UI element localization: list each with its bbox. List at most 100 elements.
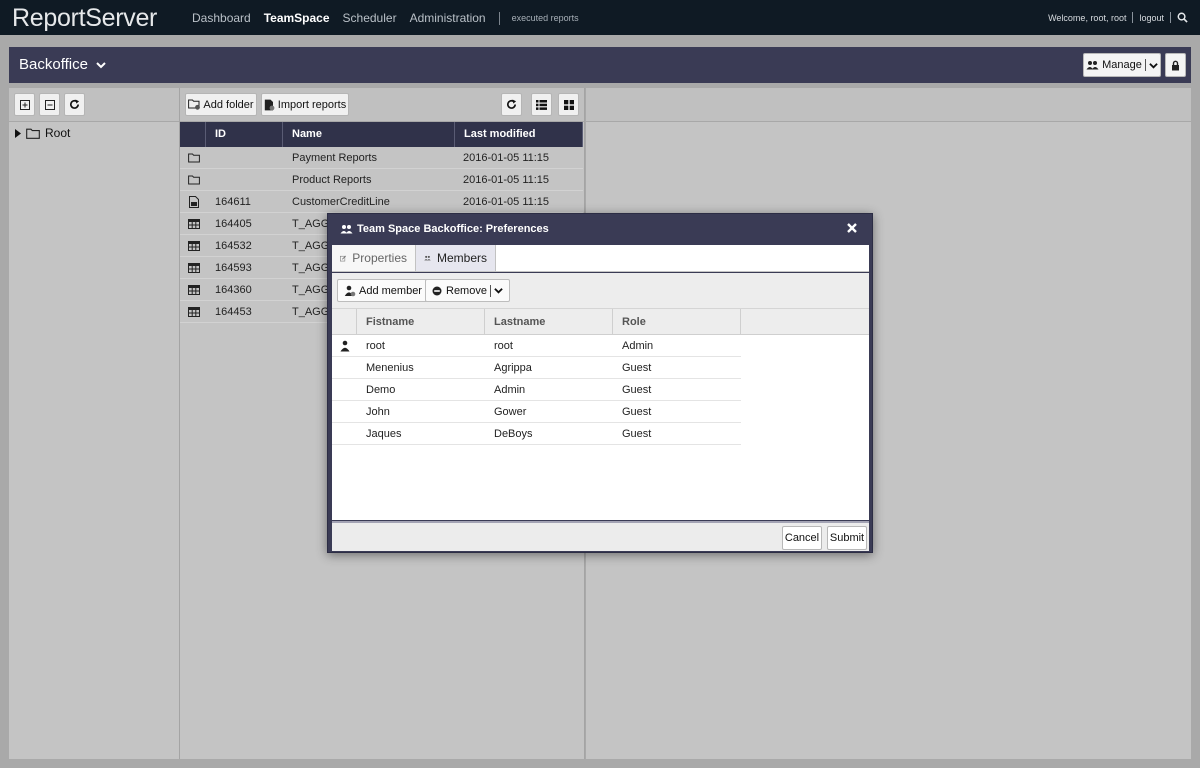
owner-user-icon xyxy=(340,340,350,352)
row-modified: 2016-01-05 11:15 xyxy=(463,152,550,164)
folder-icon xyxy=(26,128,40,139)
row-id: 164611 xyxy=(215,196,251,208)
member-lastname: root xyxy=(494,340,513,352)
manage-label: Manage xyxy=(1102,59,1142,71)
split-divider xyxy=(1144,59,1146,71)
column-last-modified[interactable]: Last modified xyxy=(455,122,583,147)
cancel-button[interactable]: Cancel xyxy=(782,526,822,550)
table-row[interactable]: root root Admin xyxy=(332,335,741,357)
dialog-footer: Cancel Submit xyxy=(332,521,869,551)
refresh-tree-button[interactable] xyxy=(64,93,85,116)
row-modified: 2016-01-05 11:15 xyxy=(463,174,550,186)
table-row[interactable]: Menenius Agrippa Guest xyxy=(332,357,741,379)
tab-label: Members xyxy=(436,251,487,265)
nav-scheduler[interactable]: Scheduler xyxy=(343,11,397,25)
table-row[interactable]: Product Reports 2016-01-05 11:15 xyxy=(180,169,583,191)
add-member-button[interactable]: Add member xyxy=(337,279,429,302)
table-row[interactable]: Demo Admin Guest xyxy=(332,379,741,401)
tab-members[interactable]: Members xyxy=(416,245,496,271)
manage-button[interactable]: Manage xyxy=(1083,53,1161,77)
minus-circle-icon xyxy=(432,286,442,295)
nav-teamspace[interactable]: TeamSpace xyxy=(264,11,330,25)
import-icon xyxy=(264,99,275,110)
table-icon xyxy=(188,285,200,295)
search-icon[interactable] xyxy=(1177,12,1188,23)
column-lastname[interactable]: Lastname xyxy=(485,309,613,335)
nav-divider xyxy=(498,11,500,25)
expand-all-button[interactable] xyxy=(14,93,35,116)
split-divider xyxy=(489,284,491,297)
row-id: 164532 xyxy=(215,240,252,252)
list-view-button[interactable] xyxy=(531,93,552,116)
column-name[interactable]: Name xyxy=(283,122,455,147)
tree-node-label: Root xyxy=(45,126,71,140)
folder-icon xyxy=(188,153,200,163)
table-icon xyxy=(188,307,200,317)
member-lastname: DeBoys xyxy=(494,428,533,440)
logout-link[interactable]: logout xyxy=(1139,13,1164,23)
lock-icon xyxy=(1172,60,1179,70)
app-logo[interactable]: ReportServer xyxy=(12,4,157,33)
edit-icon xyxy=(340,255,347,261)
list-toolbar: Add folder Import reports xyxy=(180,88,584,122)
table-icon xyxy=(188,263,200,273)
column-firstname[interactable]: Fistname xyxy=(357,309,485,335)
import-reports-button[interactable]: Import reports xyxy=(261,93,349,116)
teamspace-header: Backoffice Manage xyxy=(9,47,1191,83)
submit-button[interactable]: Submit xyxy=(827,526,867,550)
column-id[interactable]: ID xyxy=(206,122,283,147)
add-user-icon xyxy=(344,285,356,296)
remove-label: Remove xyxy=(446,284,487,297)
add-folder-label: Add folder xyxy=(203,98,254,111)
dialog-title-bar: Team Space Backoffice: Preferences xyxy=(340,223,549,235)
import-reports-label: Import reports xyxy=(277,98,347,111)
grid-view-button[interactable] xyxy=(558,93,579,116)
nav-administration[interactable]: Administration xyxy=(410,11,486,25)
collapse-all-button[interactable] xyxy=(39,93,60,116)
member-role: Guest xyxy=(622,406,652,418)
column-role[interactable]: Role xyxy=(613,309,741,335)
refresh-icon xyxy=(70,99,80,109)
member-role: Guest xyxy=(622,362,652,374)
member-role: Admin xyxy=(622,340,654,352)
add-folder-button[interactable]: Add folder xyxy=(185,93,257,116)
expand-all-icon xyxy=(19,99,30,110)
refresh-list-button[interactable] xyxy=(501,93,522,116)
preferences-dialog: Team Space Backoffice: Preferences Prope… xyxy=(327,213,873,553)
teamspace-selector[interactable]: Backoffice xyxy=(19,56,107,73)
table-row[interactable]: Payment Reports 2016-01-05 11:15 xyxy=(180,147,583,169)
close-icon[interactable] xyxy=(846,222,858,234)
row-id: 164593 xyxy=(215,262,252,274)
nav-executed-reports[interactable]: executed reports xyxy=(512,13,579,23)
table-icon xyxy=(188,241,200,251)
chevron-down-icon xyxy=(96,61,106,68)
member-firstname: root xyxy=(366,340,385,352)
top-bar: ReportServer Dashboard TeamSpace Schedul… xyxy=(0,0,1200,35)
table-row[interactable]: John Gower Guest xyxy=(332,401,741,423)
row-name: Product Reports xyxy=(292,174,372,186)
welcome-text: Welcome, root, root xyxy=(1048,12,1127,23)
caret-right-icon[interactable] xyxy=(15,128,21,138)
members-table-header: Fistname Lastname Role xyxy=(332,309,869,335)
row-name: T_AGG xyxy=(292,262,330,274)
table-row[interactable]: Jaques DeBoys Guest xyxy=(332,423,741,445)
tab-properties[interactable]: Properties xyxy=(332,245,416,271)
report-table-header: ID Name Last modified xyxy=(180,122,583,147)
chevron-down-icon xyxy=(1149,62,1158,69)
tree-toolbar xyxy=(9,88,179,122)
lock-button[interactable] xyxy=(1165,53,1186,77)
tree-node-root[interactable]: Root xyxy=(15,126,70,140)
folder-tree-panel: Root xyxy=(9,88,180,759)
remove-button[interactable]: Remove xyxy=(425,279,510,302)
chevron-down-icon[interactable] xyxy=(494,286,503,295)
column-owner xyxy=(332,309,357,335)
member-role: Guest xyxy=(622,384,652,396)
add-folder-icon xyxy=(188,99,201,110)
row-name: Payment Reports xyxy=(292,152,377,164)
nav-dashboard[interactable]: Dashboard xyxy=(192,11,251,25)
folder-icon xyxy=(188,175,200,185)
member-role: Guest xyxy=(622,428,652,440)
member-lastname: Agrippa xyxy=(494,362,532,374)
row-id: 164405 xyxy=(215,218,252,230)
table-row[interactable]: 164611 CustomerCreditLine 2016-01-05 11:… xyxy=(180,191,583,213)
